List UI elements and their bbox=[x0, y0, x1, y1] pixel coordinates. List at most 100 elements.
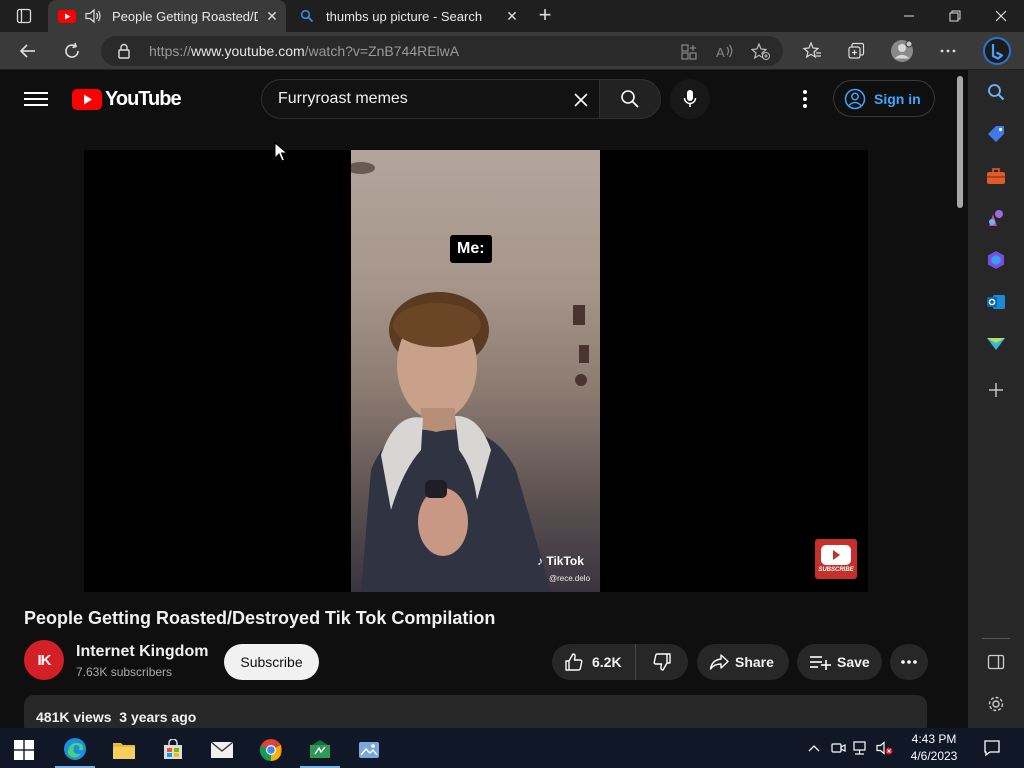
refresh-icon[interactable] bbox=[57, 36, 87, 66]
youtube-subscribe-icon bbox=[821, 545, 851, 565]
restore-icon[interactable] bbox=[932, 0, 978, 32]
tiktok-watermark: ♪ TikTok bbox=[537, 554, 584, 568]
clock-date: 4/6/2023 bbox=[910, 749, 958, 763]
back-icon[interactable] bbox=[13, 36, 43, 66]
close-tab-icon[interactable]: ✕ bbox=[498, 8, 526, 25]
browser-tabstrip: People Getting Roasted/Destroyed Tik Tok… bbox=[0, 0, 1024, 32]
favorites-icon[interactable] bbox=[799, 38, 825, 64]
settings-more-icon[interactable] bbox=[935, 38, 961, 64]
profile-avatar-icon[interactable] bbox=[889, 38, 915, 64]
like-dislike-group: 6.2K bbox=[552, 644, 688, 680]
voice-search-button[interactable] bbox=[670, 79, 710, 119]
clear-search-icon[interactable] bbox=[569, 88, 593, 112]
tiktok-icon: ♪ bbox=[537, 554, 543, 568]
youtube-page: YouTube Furryroast memes Sign in Me: ♪ T… bbox=[0, 70, 952, 728]
more-horizontal-icon bbox=[901, 660, 917, 664]
minimize-icon[interactable] bbox=[886, 0, 932, 32]
hamburger-menu-icon[interactable] bbox=[24, 88, 48, 108]
share-button[interactable]: Share bbox=[697, 644, 789, 680]
system-clock[interactable]: 4:43 PM 4/6/2023 bbox=[896, 731, 972, 765]
close-window-icon[interactable] bbox=[978, 0, 1024, 32]
account-icon bbox=[844, 88, 866, 109]
app-available-icon[interactable] bbox=[679, 42, 699, 62]
subscribe-button[interactable]: Subscribe bbox=[224, 644, 319, 680]
notification-center-icon[interactable] bbox=[980, 736, 1004, 760]
page-scrollbar[interactable] bbox=[952, 70, 968, 728]
games-icon[interactable] bbox=[986, 208, 1006, 228]
tab-actions-icon[interactable] bbox=[10, 6, 38, 26]
photos-icon[interactable] bbox=[349, 732, 389, 768]
microsoft-365-icon[interactable] bbox=[986, 250, 1006, 270]
dislike-button[interactable] bbox=[636, 644, 688, 680]
video-caption: Me: bbox=[450, 235, 492, 263]
search-icon bbox=[621, 90, 639, 108]
chrome-icon[interactable] bbox=[251, 732, 291, 768]
description-box[interactable]: 481K views 3 years ago bbox=[24, 695, 927, 728]
tab-title: thumbs up picture - Search bbox=[326, 8, 483, 24]
video-title: People Getting Roasted/Destroyed Tik Tok… bbox=[24, 608, 496, 628]
save-button[interactable]: Save bbox=[797, 644, 882, 680]
mail-icon[interactable] bbox=[202, 732, 242, 768]
sign-in-button[interactable]: Sign in bbox=[833, 80, 935, 117]
scrollbar-thumb[interactable] bbox=[957, 76, 963, 208]
store-icon[interactable] bbox=[153, 732, 193, 768]
search-button[interactable] bbox=[599, 79, 661, 119]
svg-text:A: A bbox=[716, 45, 725, 60]
youtube-icon bbox=[58, 9, 76, 23]
channel-name[interactable]: Internet Kingdom bbox=[76, 643, 208, 661]
thumbs-up-icon bbox=[565, 653, 583, 671]
microphone-icon bbox=[683, 90, 697, 107]
subscribe-watermark[interactable]: SUBSCRIBE bbox=[815, 539, 857, 579]
new-tab-button[interactable]: + bbox=[534, 4, 556, 26]
speaker-icon[interactable] bbox=[84, 8, 102, 24]
video-player[interactable]: Me: ♪ TikTok @rece.delo SUBSCRIBE bbox=[84, 150, 868, 592]
address-bar[interactable]: https://www.youtube.com/watch?v=ZnB744RE… bbox=[101, 36, 783, 66]
subscriber-count: 7.63K subscribers bbox=[76, 665, 173, 679]
tools-briefcase-icon[interactable] bbox=[986, 166, 1006, 186]
sidebar-settings-gear-icon[interactable] bbox=[986, 694, 1006, 714]
more-actions-button[interactable] bbox=[890, 644, 928, 680]
edge-icon[interactable] bbox=[55, 732, 95, 768]
read-aloud-icon[interactable]: A bbox=[715, 42, 735, 62]
add-sidebar-app-icon[interactable] bbox=[986, 380, 1006, 400]
youtube-logo[interactable]: YouTube bbox=[72, 88, 182, 111]
tiktok-handle: @rece.delo bbox=[549, 574, 591, 583]
app-icon[interactable] bbox=[300, 732, 340, 768]
url-text[interactable]: https://www.youtube.com/watch?v=ZnB744RE… bbox=[149, 43, 459, 59]
view-count-date: 481K views 3 years ago bbox=[36, 709, 197, 725]
drop-send-icon[interactable] bbox=[986, 334, 1006, 354]
hide-sidebar-icon[interactable] bbox=[986, 652, 1006, 672]
tab-youtube[interactable]: People Getting Roasted/Destroyed Tik Tok… bbox=[48, 0, 286, 32]
tab-title: People Getting Roasted/Destroyed Tik Tok… bbox=[112, 8, 258, 24]
like-button[interactable]: 6.2K bbox=[552, 644, 636, 680]
browser-toolbar: https://www.youtube.com/watch?v=ZnB744RE… bbox=[0, 32, 1024, 70]
mouse-cursor-icon bbox=[274, 141, 289, 167]
sidebar-divider bbox=[982, 638, 1010, 639]
channel-avatar[interactable]: IK bbox=[24, 640, 64, 680]
search-query[interactable]: Furryroast memes bbox=[278, 90, 408, 108]
clock-time: 4:43 PM bbox=[911, 732, 957, 746]
video-frame: Me: ♪ TikTok @rece.delo bbox=[351, 150, 600, 592]
thumbs-down-icon bbox=[653, 653, 671, 671]
windows-taskbar: 4:43 PM 4/6/2023 bbox=[0, 728, 1024, 768]
windows-start-icon[interactable] bbox=[4, 732, 44, 768]
meet-now-icon[interactable] bbox=[829, 738, 847, 758]
network-icon[interactable] bbox=[852, 738, 870, 758]
sidebar-search-icon[interactable] bbox=[986, 82, 1006, 102]
more-options-icon[interactable] bbox=[795, 88, 815, 110]
collections-icon[interactable] bbox=[843, 38, 869, 64]
video-person-image bbox=[351, 162, 589, 592]
volume-muted-icon[interactable] bbox=[876, 738, 894, 758]
tab-bing-search[interactable]: thumbs up picture - Search ✕ bbox=[288, 0, 526, 32]
close-tab-icon[interactable]: ✕ bbox=[258, 8, 286, 25]
bing-chat-icon[interactable] bbox=[982, 36, 1012, 66]
outlook-icon[interactable] bbox=[986, 292, 1006, 312]
shopping-tag-icon[interactable] bbox=[986, 124, 1006, 144]
add-favorite-icon[interactable] bbox=[751, 42, 771, 62]
youtube-logo-icon bbox=[72, 89, 102, 110]
like-count: 6.2K bbox=[592, 654, 622, 670]
show-hidden-icons-icon[interactable] bbox=[805, 738, 823, 758]
file-explorer-icon[interactable] bbox=[104, 732, 144, 768]
lock-icon[interactable] bbox=[117, 43, 131, 64]
search-input[interactable]: Furryroast memes bbox=[261, 79, 599, 119]
